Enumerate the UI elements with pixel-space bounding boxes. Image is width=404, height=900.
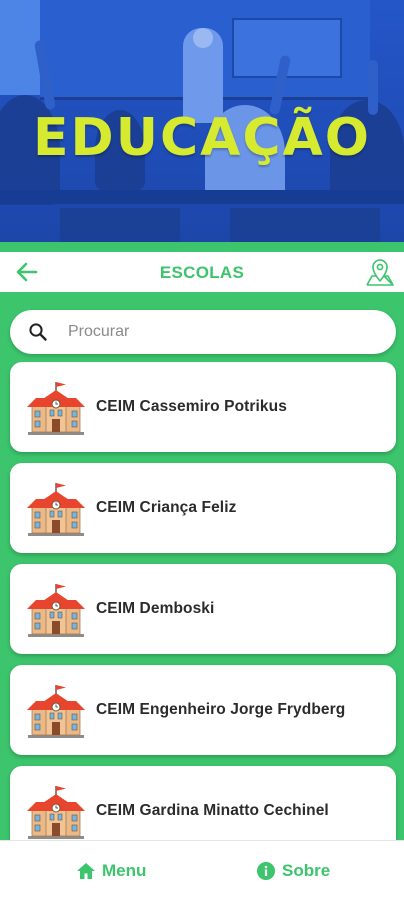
app-header: ESCOLAS xyxy=(0,252,404,292)
back-button[interactable] xyxy=(12,258,42,286)
info-icon xyxy=(257,862,275,880)
banner-title: EDUCAÇÃO xyxy=(33,108,371,168)
map-button[interactable] xyxy=(364,256,396,288)
map-pin-icon xyxy=(366,259,394,286)
school-name: CEIM Gardina Minatto Cechinel xyxy=(96,802,329,819)
school-name: CEIM Demboski xyxy=(96,600,215,617)
banner-desk xyxy=(60,208,180,242)
nav-sobre-label: Sobre xyxy=(282,861,331,880)
school-name: CEIM Engenheiro Jorge Frydberg xyxy=(96,701,346,718)
banner-desk xyxy=(0,190,404,204)
search-icon xyxy=(29,323,47,341)
school-card[interactable]: CEIM Engenheiro Jorge Frydberg xyxy=(10,665,396,755)
search-bar xyxy=(10,310,396,354)
school-name: CEIM Cassemiro Potrikus xyxy=(96,398,287,415)
school-card[interactable]: CEIM Cassemiro Potrikus xyxy=(10,362,396,452)
bottom-nav: Menu Sobre xyxy=(0,840,404,900)
school-building-icon xyxy=(27,786,85,839)
banner-desk xyxy=(230,208,380,242)
arrow-left-icon xyxy=(16,262,38,282)
nav-sobre-button[interactable]: Sobre xyxy=(256,841,330,900)
nav-menu-label: Menu xyxy=(102,861,147,880)
education-banner: EDUCAÇÃO xyxy=(0,0,404,242)
search-input[interactable] xyxy=(68,318,378,346)
school-building-icon xyxy=(27,382,85,435)
school-list: CEIM Cassemiro Potrikus CEIM Criança Fel… xyxy=(0,362,404,840)
school-card[interactable]: CEIM Demboski xyxy=(10,564,396,654)
school-building-icon xyxy=(27,483,85,536)
banner-raised-arm xyxy=(368,60,378,115)
school-building-icon xyxy=(27,584,85,637)
school-card[interactable]: CEIM Gardina Minatto Cechinel xyxy=(10,766,396,840)
page-title: ESCOLAS xyxy=(159,263,245,282)
banner-divider xyxy=(0,242,404,252)
nav-menu-button[interactable]: Menu xyxy=(76,841,146,900)
school-building-icon xyxy=(27,685,85,738)
banner-teacher-head xyxy=(193,28,213,48)
school-name: CEIM Criança Feliz xyxy=(96,499,237,516)
school-card[interactable]: CEIM Criança Feliz xyxy=(10,463,396,553)
home-icon xyxy=(77,863,95,879)
